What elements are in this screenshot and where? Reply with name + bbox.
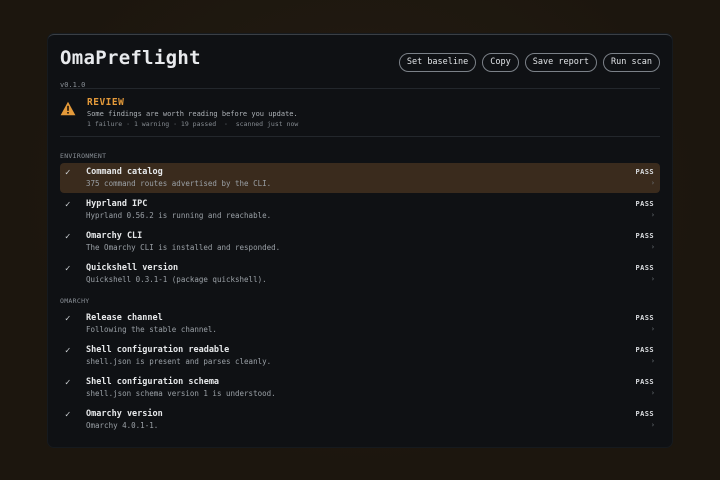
check-icon: ✓ xyxy=(65,232,71,242)
warning-icon xyxy=(60,101,76,116)
chevron-right-icon: › xyxy=(650,357,655,365)
app-header: OmaPreflight v0.1.0 Set baseline Copy Sa… xyxy=(60,47,660,89)
check-icon: ✓ xyxy=(65,410,71,420)
status-badge: PASS xyxy=(635,378,654,386)
check-icon: ✓ xyxy=(65,264,71,274)
chevron-right-icon: › xyxy=(650,389,655,397)
check-row-shell-config-schema[interactable]: ✓ Shell configuration schema shell.json … xyxy=(60,373,660,403)
set-baseline-button[interactable]: Set baseline xyxy=(398,53,477,72)
app-window: OmaPreflight v0.1.0 Set baseline Copy Sa… xyxy=(48,34,672,447)
check-detail: shell.json schema version 1 is understoo… xyxy=(86,389,276,398)
check-detail: Following the stable channel. xyxy=(86,325,217,334)
check-row-release-channel[interactable]: ✓ Release channel Following the stable c… xyxy=(60,309,660,339)
chevron-right-icon: › xyxy=(650,179,655,187)
check-detail: Omarchy 4.0.1-1. xyxy=(86,421,159,430)
check-icon: ✓ xyxy=(65,314,71,324)
check-row-omarchy-version[interactable]: ✓ Omarchy version Omarchy 4.0.1-1. PASS … xyxy=(60,405,660,435)
check-name: Hyprland IPC xyxy=(86,199,148,209)
status-badge: PASS xyxy=(635,314,654,322)
check-detail: The Omarchy CLI is installed and respond… xyxy=(86,243,281,252)
check-detail: shell.json is present and parses cleanly… xyxy=(86,357,272,366)
check-detail: Quickshell 0.3.1-1 (package quickshell). xyxy=(86,275,267,284)
check-icon: ✓ xyxy=(65,200,71,210)
review-description: Some findings are worth reading before y… xyxy=(87,110,298,118)
check-name: Shell configuration schema xyxy=(86,377,220,387)
chevron-right-icon: › xyxy=(650,421,655,429)
chevron-right-icon: › xyxy=(650,243,655,251)
status-badge: PASS xyxy=(635,232,654,240)
copy-button[interactable]: Copy xyxy=(482,53,519,72)
chevron-right-icon: › xyxy=(650,211,655,219)
chevron-right-icon: › xyxy=(650,275,655,283)
app-title: OmaPreflight xyxy=(60,47,201,69)
status-badge: PASS xyxy=(635,346,654,354)
toolbar: Set baseline Copy Save report Run scan xyxy=(398,53,660,72)
check-row-shell-config-readable[interactable]: ✓ Shell configuration readable shell.jso… xyxy=(60,341,660,371)
check-name: Release channel xyxy=(86,313,163,323)
check-row-omarchy-cli[interactable]: ✓ Omarchy CLI The Omarchy CLI is install… xyxy=(60,227,660,257)
check-icon: ✓ xyxy=(65,168,71,178)
status-badge: PASS xyxy=(635,200,654,208)
check-name: Shell configuration readable xyxy=(86,345,230,355)
chevron-right-icon: › xyxy=(650,325,655,333)
check-name: Quickshell version xyxy=(86,263,179,273)
check-icon: ✓ xyxy=(65,346,71,356)
status-badge: PASS xyxy=(635,410,654,418)
review-stats: 1 failure · 1 warning · 19 passed · scan… xyxy=(87,120,299,128)
run-scan-button[interactable]: Run scan xyxy=(603,53,660,72)
check-row-quickshell-version[interactable]: ✓ Quickshell version Quickshell 0.3.1-1 … xyxy=(60,259,660,289)
review-status-title: REVIEW xyxy=(87,97,125,108)
header-divider xyxy=(60,88,660,89)
check-row-hyprland-ipc[interactable]: ✓ Hyprland IPC Hyprland 0.56.2 is runnin… xyxy=(60,195,660,225)
check-icon: ✓ xyxy=(65,378,71,388)
review-summary: REVIEW Some findings are worth reading b… xyxy=(60,97,660,133)
check-detail: 375 command routes advertised by the CLI… xyxy=(86,179,272,188)
section-label-omarchy: OMARCHY xyxy=(60,297,90,305)
save-report-button[interactable]: Save report xyxy=(524,53,598,72)
check-name: Command catalog xyxy=(86,167,163,177)
check-name: Omarchy version xyxy=(86,409,163,419)
check-name: Omarchy CLI xyxy=(86,231,143,241)
summary-divider xyxy=(60,136,660,137)
status-badge: PASS xyxy=(635,168,654,176)
check-detail: Hyprland 0.56.2 is running and reachable… xyxy=(86,211,272,220)
check-row-command-catalog[interactable]: ✓ Command catalog 375 command routes adv… xyxy=(60,163,660,193)
section-label-environment: ENVIRONMENT xyxy=(60,152,107,160)
status-badge: PASS xyxy=(635,264,654,272)
